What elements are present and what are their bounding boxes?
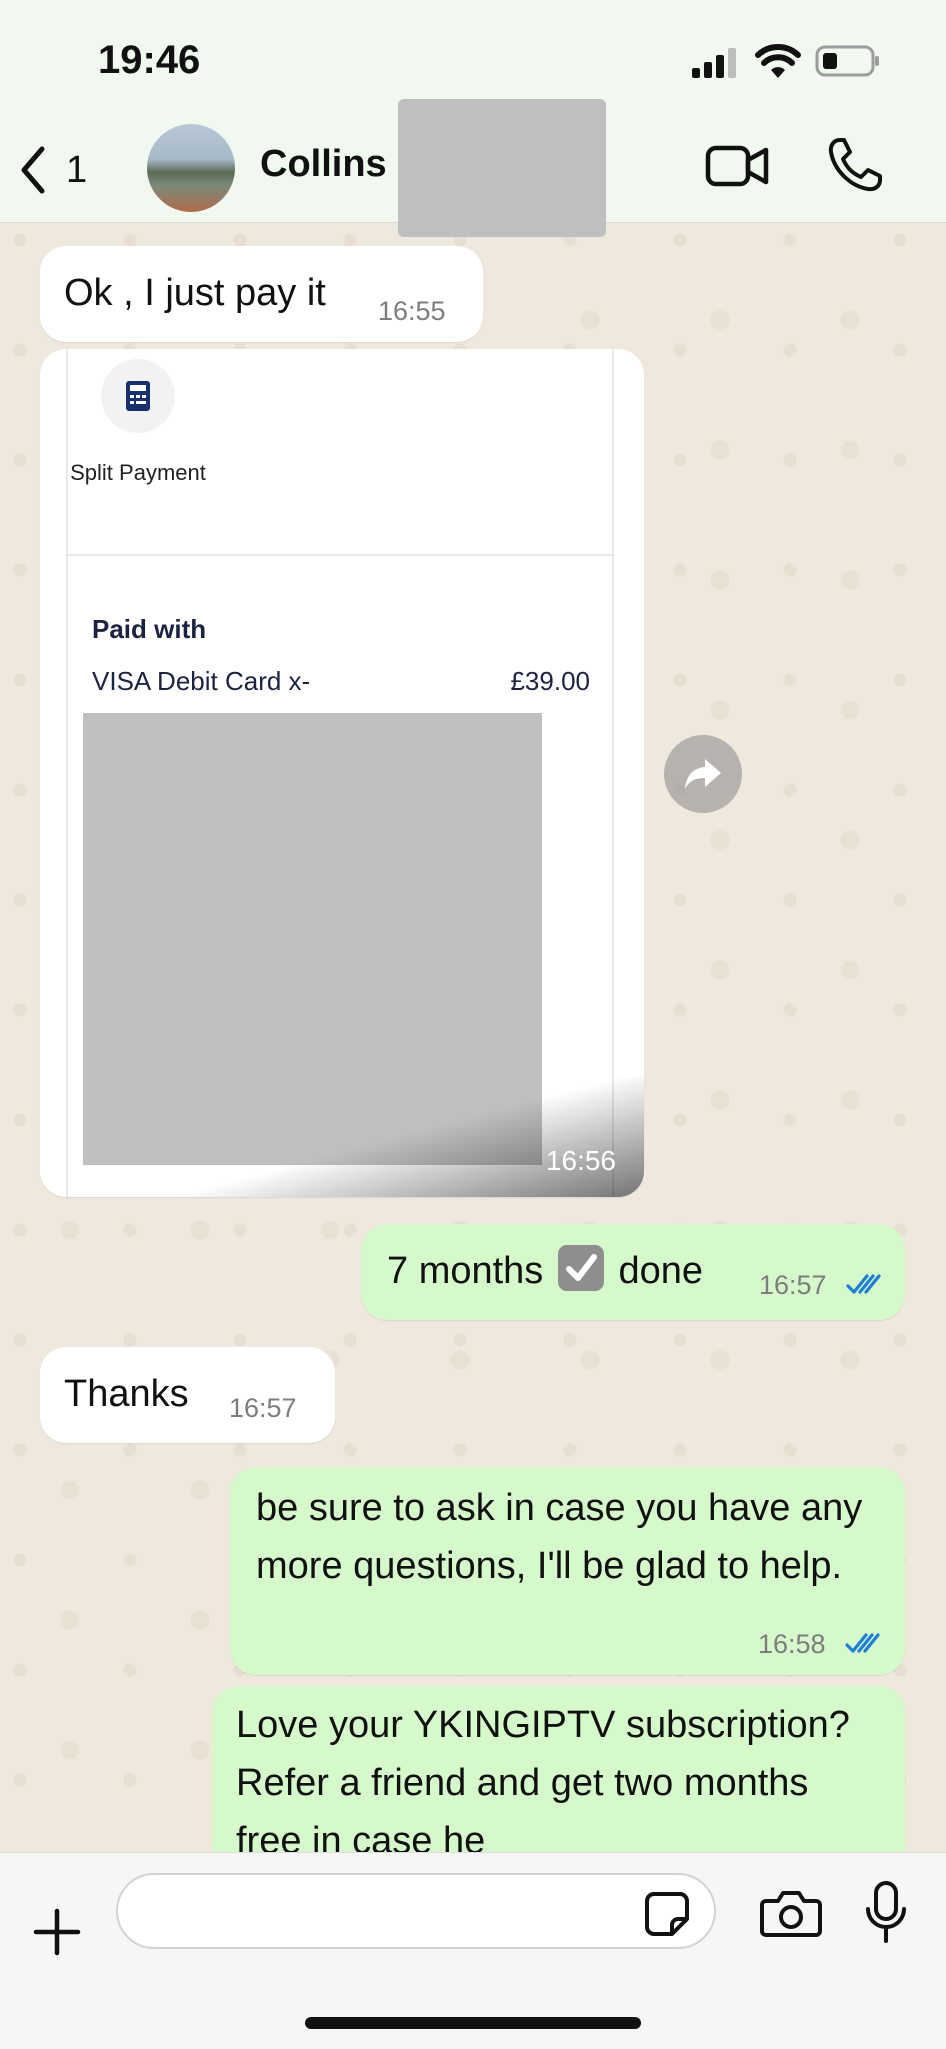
message-input[interactable] bbox=[116, 1873, 716, 1949]
message-text: Thanks bbox=[64, 1373, 189, 1415]
chevron-left-icon bbox=[21, 146, 45, 194]
battery-icon bbox=[815, 45, 879, 77]
payment-amount: £39.00 bbox=[510, 666, 590, 696]
home-indicator bbox=[305, 2017, 641, 2029]
message-time: 16:55 bbox=[378, 296, 446, 326]
message-time: 16:58 bbox=[758, 1629, 826, 1659]
status-bar-time: 19:46 bbox=[98, 38, 201, 82]
message-text: Ok , I just pay it bbox=[64, 272, 326, 314]
redaction-box bbox=[398, 99, 606, 237]
sticker-icon[interactable] bbox=[644, 1891, 690, 1937]
message-text-part: 7 months bbox=[387, 1250, 544, 1292]
forward-button[interactable] bbox=[664, 735, 742, 813]
divider bbox=[68, 554, 612, 556]
plus-icon[interactable] bbox=[32, 1907, 82, 1957]
message-time: 16:56 bbox=[545, 1145, 616, 1176]
message-time: 16:57 bbox=[759, 1270, 827, 1300]
message-composer bbox=[0, 1852, 946, 2049]
checkmark-emoji-icon bbox=[557, 1245, 604, 1291]
cellular-signal-icon bbox=[692, 48, 736, 78]
contact-avatar[interactable] bbox=[147, 124, 235, 212]
message-text-part: done bbox=[618, 1250, 703, 1292]
chat-header: 19:46 1 Collins I bbox=[0, 0, 946, 237]
contact-name[interactable]: Collins I bbox=[260, 143, 408, 186]
card-label: VISA Debit Card x- bbox=[92, 666, 311, 696]
video-call-icon[interactable] bbox=[705, 140, 769, 192]
split-payment-icon bbox=[101, 359, 175, 433]
wifi-icon bbox=[755, 44, 801, 78]
message-text: be sure to ask in case you have any more… bbox=[256, 1487, 863, 1587]
message-bubble[interactable]: Thanks 16:57 bbox=[40, 1347, 335, 1443]
unread-count: 1 bbox=[66, 148, 88, 191]
forward-icon bbox=[685, 759, 721, 789]
message-text: Love your YKINGIPTV subscription? Refer … bbox=[236, 1704, 850, 1862]
microphone-icon[interactable] bbox=[864, 1881, 908, 1945]
message-bubble[interactable]: be sure to ask in case you have any more… bbox=[230, 1467, 905, 1675]
split-payment-label: Split Payment bbox=[70, 460, 206, 485]
message-bubble[interactable]: Ok , I just pay it 16:55 bbox=[40, 246, 483, 342]
message-text: 7 months done bbox=[387, 1242, 703, 1300]
image-gradient bbox=[40, 1077, 644, 1197]
paid-with-heading: Paid with bbox=[92, 614, 207, 644]
read-receipt-icon bbox=[845, 1633, 880, 1653]
phone-call-icon[interactable] bbox=[826, 136, 884, 194]
read-receipt-icon bbox=[846, 1274, 881, 1294]
message-bubble[interactable]: 7 months done 16:57 bbox=[361, 1224, 905, 1320]
message-time: 16:57 bbox=[229, 1393, 297, 1423]
back-button[interactable]: 1 bbox=[18, 140, 118, 200]
image-message[interactable]: Split Payment Paid with VISA Debit Card … bbox=[40, 349, 644, 1197]
camera-icon[interactable] bbox=[760, 1887, 822, 1939]
